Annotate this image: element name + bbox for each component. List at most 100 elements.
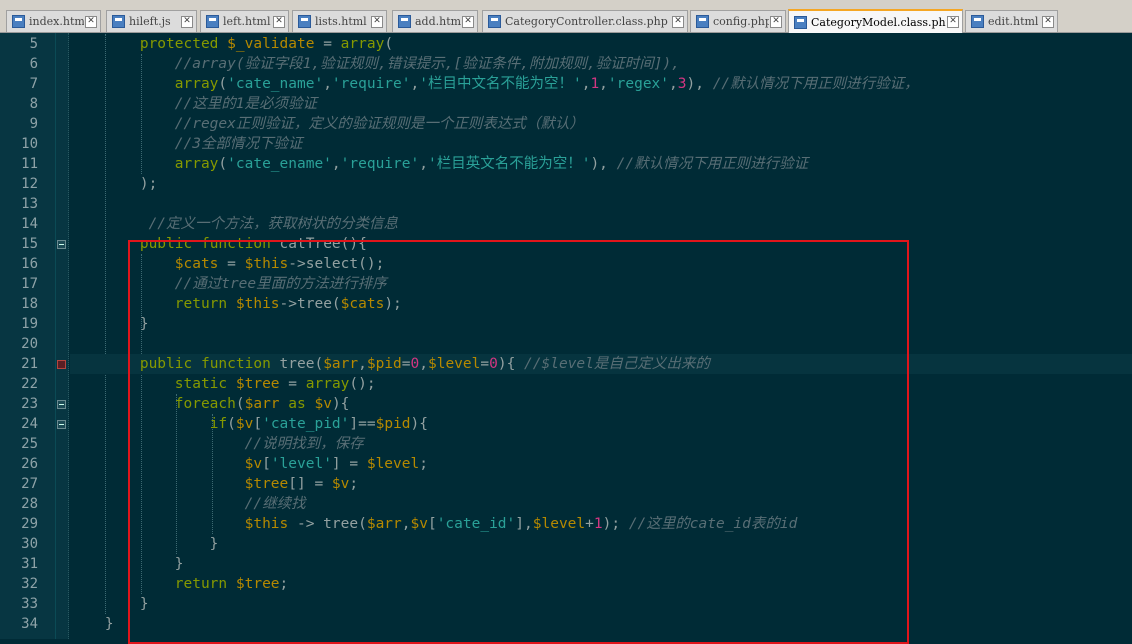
line-number: 33	[21, 596, 38, 612]
close-icon[interactable]: ✕	[770, 15, 782, 28]
tab-label: hileft.js	[129, 15, 171, 28]
line-number: 32	[21, 576, 38, 592]
file-icon	[794, 15, 807, 29]
close-icon[interactable]: ✕	[672, 15, 684, 28]
close-icon[interactable]: ✕	[1042, 15, 1054, 28]
file-icon	[298, 15, 311, 28]
line-number: 19	[21, 316, 38, 332]
tab-index-html[interactable]: index.html ✕	[6, 10, 101, 32]
close-icon[interactable]: ✕	[947, 16, 959, 28]
line-number: 27	[21, 476, 38, 492]
code-line[interactable]: array('cate_ename','require','栏目英文名不能为空！…	[70, 154, 1132, 174]
code-line[interactable]: //regex正则验证，定义的验证规则是一个正则表达式（默认）	[70, 114, 1132, 134]
token-cmt: //定义一个方法，获取树状的分类信息	[148, 216, 399, 232]
token-text: ,	[599, 76, 608, 92]
token-text: ,	[323, 76, 332, 92]
token-str: '栏目英文名不能为空！'	[427, 156, 591, 172]
bookmark-marker-icon[interactable]	[57, 360, 66, 369]
fold-toggle-icon[interactable]	[57, 420, 66, 429]
file-icon	[398, 15, 411, 28]
token-text: ,	[331, 156, 341, 172]
token-text: (	[218, 156, 228, 172]
token-str: 'require'	[340, 156, 420, 172]
tab-edit-html[interactable]: edit.html ✕	[965, 10, 1058, 32]
file-icon	[112, 15, 125, 28]
token-text: ),	[590, 156, 617, 172]
token-kw: array	[174, 76, 219, 92]
line-number: 17	[21, 276, 38, 292]
tab-categorycontroller-class-php[interactable]: CategoryController.class.php ✕	[482, 10, 688, 32]
file-icon	[971, 15, 984, 28]
line-number: 23	[21, 396, 38, 412]
code-line[interactable]	[70, 194, 1132, 214]
line-number: 13	[21, 196, 38, 212]
close-icon[interactable]: ✕	[273, 15, 285, 28]
file-icon	[696, 15, 709, 28]
token-text: =	[314, 36, 341, 52]
line-number: 30	[21, 536, 38, 552]
line-number: 29	[21, 516, 38, 532]
line-number: 24	[21, 416, 38, 432]
tab-config-php[interactable]: config.php ✕	[690, 10, 786, 32]
line-number: 26	[21, 456, 38, 472]
tab-label: lists.html	[315, 15, 367, 28]
fold-toggle-icon[interactable]	[57, 240, 66, 249]
code-line[interactable]: //array(验证字段1,验证规则,错误提示,[验证条件,附加规则,验证时间]…	[70, 54, 1132, 74]
close-icon[interactable]: ✕	[462, 15, 474, 28]
line-number: 34	[21, 616, 38, 632]
line-number: 15	[21, 236, 38, 252]
code-line[interactable]: //定义一个方法，获取树状的分类信息	[70, 214, 1132, 234]
file-icon	[12, 15, 25, 28]
token-cmt: //默认情况下用正则进行验证	[616, 156, 809, 172]
tab-label: left.html	[223, 15, 271, 28]
line-number: 10	[21, 136, 38, 152]
close-icon[interactable]: ✕	[85, 15, 97, 28]
line-number: 16	[21, 256, 38, 272]
code-editor[interactable]: 5 6 7 8 9 10 11 12 13 14 15 16 17 18 19 20 21 22 23 24 25 26 2…	[0, 33, 1132, 644]
code-line[interactable]: //3全部情况下验证	[70, 134, 1132, 154]
tab-categorymodel-class-php[interactable]: CategoryModel.class.php ✕	[788, 9, 963, 33]
token-str: '栏目中文名不能为空！'	[419, 76, 582, 92]
code-line[interactable]: protected $_validate = array(	[70, 34, 1132, 54]
tab-label: edit.html	[988, 15, 1039, 28]
line-number: 8	[29, 96, 38, 112]
close-icon[interactable]: ✕	[181, 15, 193, 28]
code-line[interactable]: //这里的1是必须验证	[70, 94, 1132, 114]
line-number: 6	[29, 56, 38, 72]
token-cmt: //这里的1是必须验证	[174, 96, 317, 112]
token-text: ),	[686, 76, 713, 92]
line-number: 28	[21, 496, 38, 512]
tab-label: add.html	[415, 15, 461, 28]
token-text: }	[70, 616, 114, 632]
token-cmt: //默认情况下用正则进行验证，	[712, 76, 919, 92]
line-number: 22	[21, 376, 38, 392]
code-line[interactable]: array('cate_name','require','栏目中文名不能为空！'…	[70, 74, 1132, 94]
token-kw: array	[340, 36, 385, 52]
tab-lists-html[interactable]: lists.html ✕	[292, 10, 387, 32]
token-num: 1	[590, 76, 600, 92]
file-icon	[206, 15, 219, 28]
tab-hileft-js[interactable]: hileft.js ✕	[106, 10, 197, 32]
token-str: 'regex'	[607, 76, 670, 92]
token-str: 'cate_name'	[227, 76, 324, 92]
fold-toggle-icon[interactable]	[57, 400, 66, 409]
line-number: 12	[21, 176, 38, 192]
line-number: 5	[29, 36, 38, 52]
line-number: 14	[21, 216, 38, 232]
token-str: 'cate_ename'	[227, 156, 332, 172]
tab-left-html[interactable]: left.html ✕	[200, 10, 289, 32]
code-line[interactable]: );	[70, 174, 1132, 194]
token-kw: protected	[139, 36, 219, 52]
close-icon[interactable]: ✕	[371, 15, 383, 28]
tab-add-html[interactable]: add.html ✕	[392, 10, 478, 32]
token-text: ,	[410, 76, 420, 92]
fold-margin[interactable]	[55, 33, 69, 639]
line-number: 21	[21, 356, 38, 372]
